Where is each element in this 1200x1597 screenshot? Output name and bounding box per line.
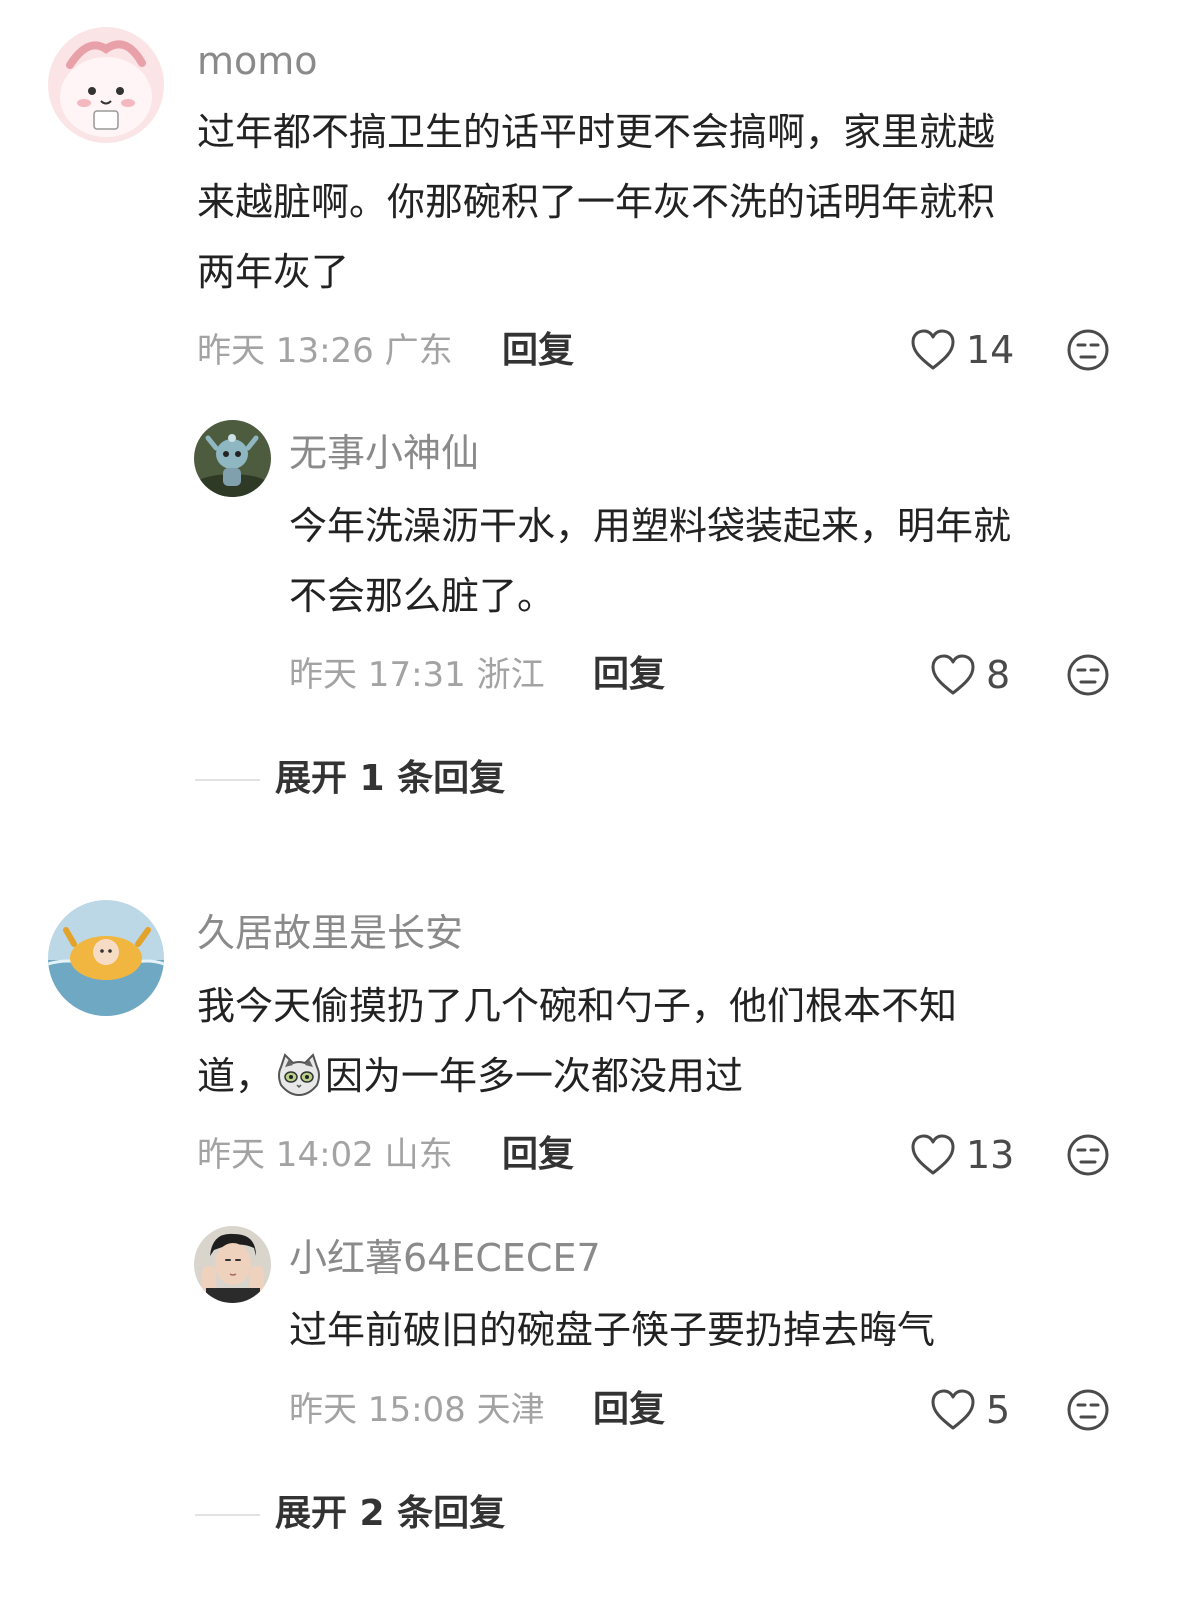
comment-text-fragment: 因为一年多一次都没用过 xyxy=(325,1054,744,1098)
comment-text-line: 道， 因为一年多一次都没用过 xyxy=(197,1041,1147,1119)
reply-text-line: 不会那么脏了。 xyxy=(289,574,556,618)
reply-username[interactable]: 小红薯64ECECE7 xyxy=(289,1239,601,1277)
reply-button[interactable]: 回复 xyxy=(593,1392,665,1428)
dislike-button[interactable] xyxy=(1066,1133,1110,1177)
heart-outline-icon xyxy=(911,1134,955,1175)
comment-time-location: 昨天 14:02 山东 xyxy=(197,1135,453,1175)
heart-outline-icon xyxy=(931,1389,975,1430)
cat-face-icon xyxy=(278,1053,321,1097)
comment-username[interactable]: 久居故里是长安 xyxy=(197,914,463,952)
like-button[interactable] xyxy=(930,1388,976,1432)
like-button[interactable] xyxy=(910,328,956,372)
comment-text: 我今天偷摸扔了几个碗和勺子，他们根本不知 道， 因为一年多一次都没用过 xyxy=(197,971,1147,1119)
expand-replies-button[interactable]: 展开 2 条回复 xyxy=(275,1496,505,1532)
cat-face-emoji xyxy=(275,1049,323,1119)
reply-username[interactable]: 无事小神仙 xyxy=(289,434,479,472)
avatar-image xyxy=(48,900,164,1016)
like-count: 13 xyxy=(966,1133,1015,1177)
neutral-face-icon xyxy=(1067,1389,1109,1431)
comment-text: 过年都不搞卫生的话平时更不会搞啊，家里就越 来越脏啊。你那碗积了一年灰不洗的话明… xyxy=(197,97,1147,307)
reply-text-line: 过年前破旧的碗盘子筷子要扔掉去晦气 xyxy=(289,1308,936,1352)
avatar-image xyxy=(194,1226,271,1303)
reply-button[interactable]: 回复 xyxy=(502,333,574,369)
avatar-image xyxy=(48,27,164,143)
expand-divider xyxy=(195,1514,260,1516)
dislike-button[interactable] xyxy=(1066,328,1110,372)
comment-text-line: 我今天偷摸扔了几个碗和勺子，他们根本不知 xyxy=(197,984,958,1028)
comment-username[interactable]: momo xyxy=(197,42,318,80)
comment-text-line: 两年灰了 xyxy=(197,250,350,294)
reply-text: 今年洗澡沥干水，用塑料袋装起来，明年就 不会那么脏了。 xyxy=(289,491,1149,631)
like-button[interactable] xyxy=(930,653,976,697)
like-count: 5 xyxy=(986,1388,1011,1432)
avatar[interactable] xyxy=(194,1226,271,1303)
reply-text: 过年前破旧的碗盘子筷子要扔掉去晦气 xyxy=(289,1295,1149,1365)
reply-button[interactable]: 回复 xyxy=(593,657,665,693)
comment-text-line: 来越脏啊。你那碗积了一年灰不洗的话明年就积 xyxy=(197,180,996,224)
expand-divider xyxy=(195,779,260,781)
comment-text-line: 过年都不搞卫生的话平时更不会搞啊，家里就越 xyxy=(197,110,996,154)
reply-text-line: 今年洗澡沥干水，用塑料袋装起来，明年就 xyxy=(289,504,1012,548)
dislike-button[interactable] xyxy=(1066,1388,1110,1432)
dislike-button[interactable] xyxy=(1066,653,1110,697)
comment-time-location: 昨天 13:26 广东 xyxy=(197,331,453,371)
heart-outline-icon xyxy=(931,654,975,695)
avatar[interactable] xyxy=(194,420,271,497)
heart-outline-icon xyxy=(911,329,955,370)
like-count: 14 xyxy=(966,328,1015,372)
reply-time-location: 昨天 17:31 浙江 xyxy=(289,655,545,695)
neutral-face-icon xyxy=(1067,654,1109,696)
avatar[interactable] xyxy=(48,900,164,1016)
avatar-image xyxy=(194,420,271,497)
avatar[interactable] xyxy=(48,27,164,143)
comment-text-fragment: 道， xyxy=(197,1054,274,1098)
expand-replies-button[interactable]: 展开 1 条回复 xyxy=(275,761,505,797)
like-button[interactable] xyxy=(910,1133,956,1177)
neutral-face-icon xyxy=(1067,1134,1109,1176)
like-count: 8 xyxy=(986,653,1011,697)
reply-time-location: 昨天 15:08 天津 xyxy=(289,1390,545,1430)
reply-button[interactable]: 回复 xyxy=(502,1137,574,1173)
neutral-face-icon xyxy=(1067,329,1109,371)
